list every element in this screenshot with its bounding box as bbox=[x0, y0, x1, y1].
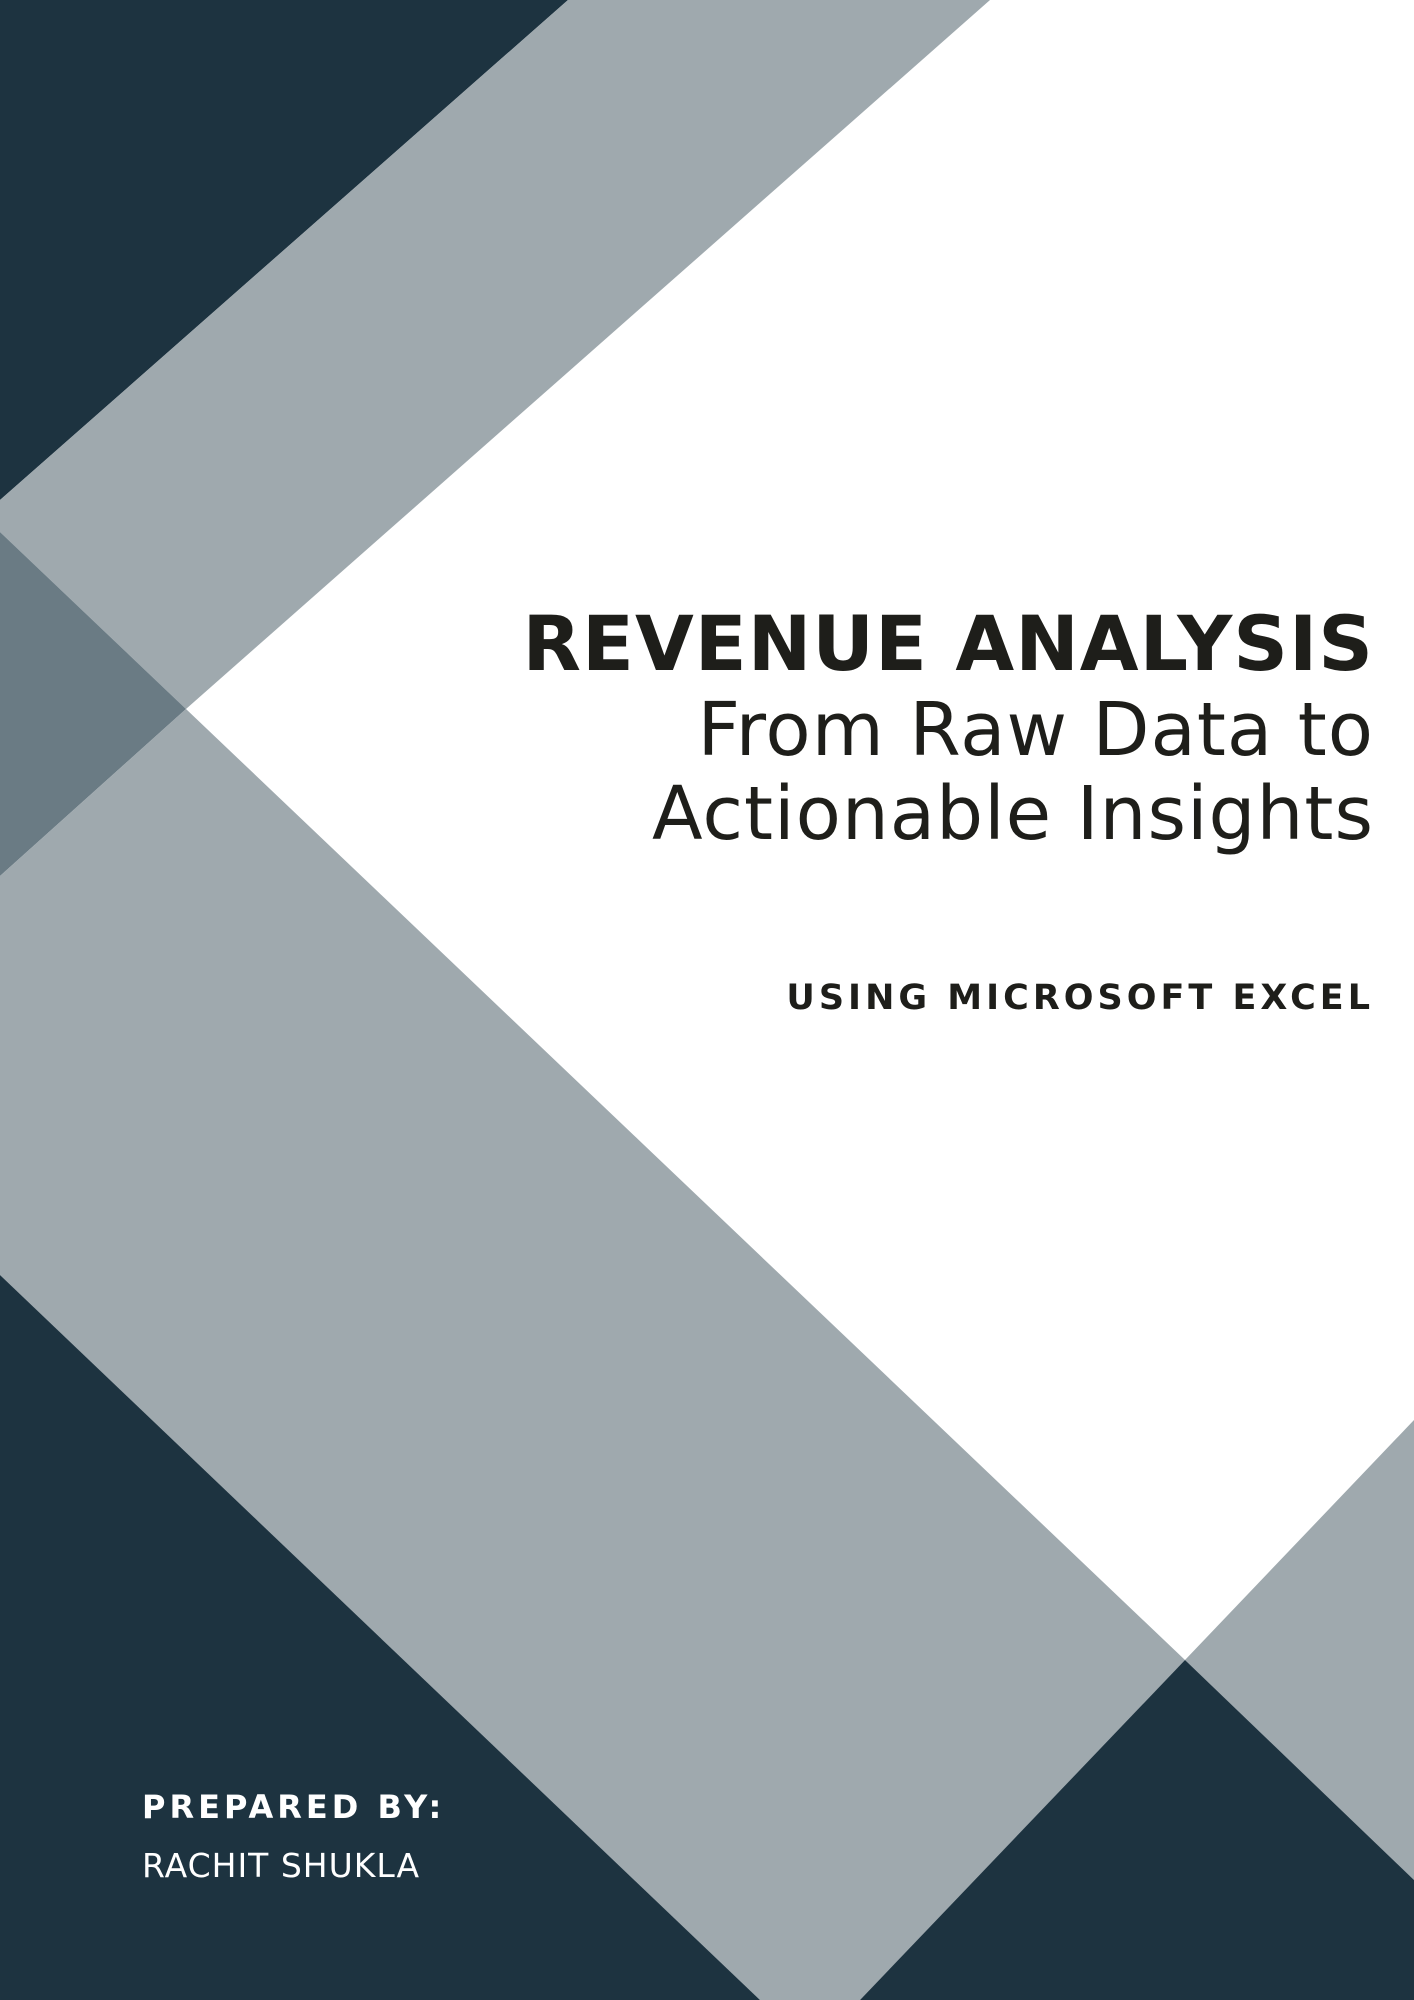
author-name: RACHIT SHUKLA bbox=[142, 1846, 421, 1885]
cover-page: REVENUE ANALYSIS From Raw Data to Action… bbox=[0, 0, 1414, 2000]
report-subtitle-line-2: Actionable Insights bbox=[652, 771, 1374, 857]
title-block: REVENUE ANALYSIS From Raw Data to Action… bbox=[474, 599, 1374, 857]
tool-tagline: USING MICROSOFT EXCEL bbox=[786, 978, 1374, 1018]
prepared-by-label: PREPARED BY: bbox=[142, 1788, 446, 1826]
report-title: REVENUE ANALYSIS bbox=[522, 599, 1374, 688]
report-subtitle-line-1: From Raw Data to bbox=[697, 687, 1374, 773]
